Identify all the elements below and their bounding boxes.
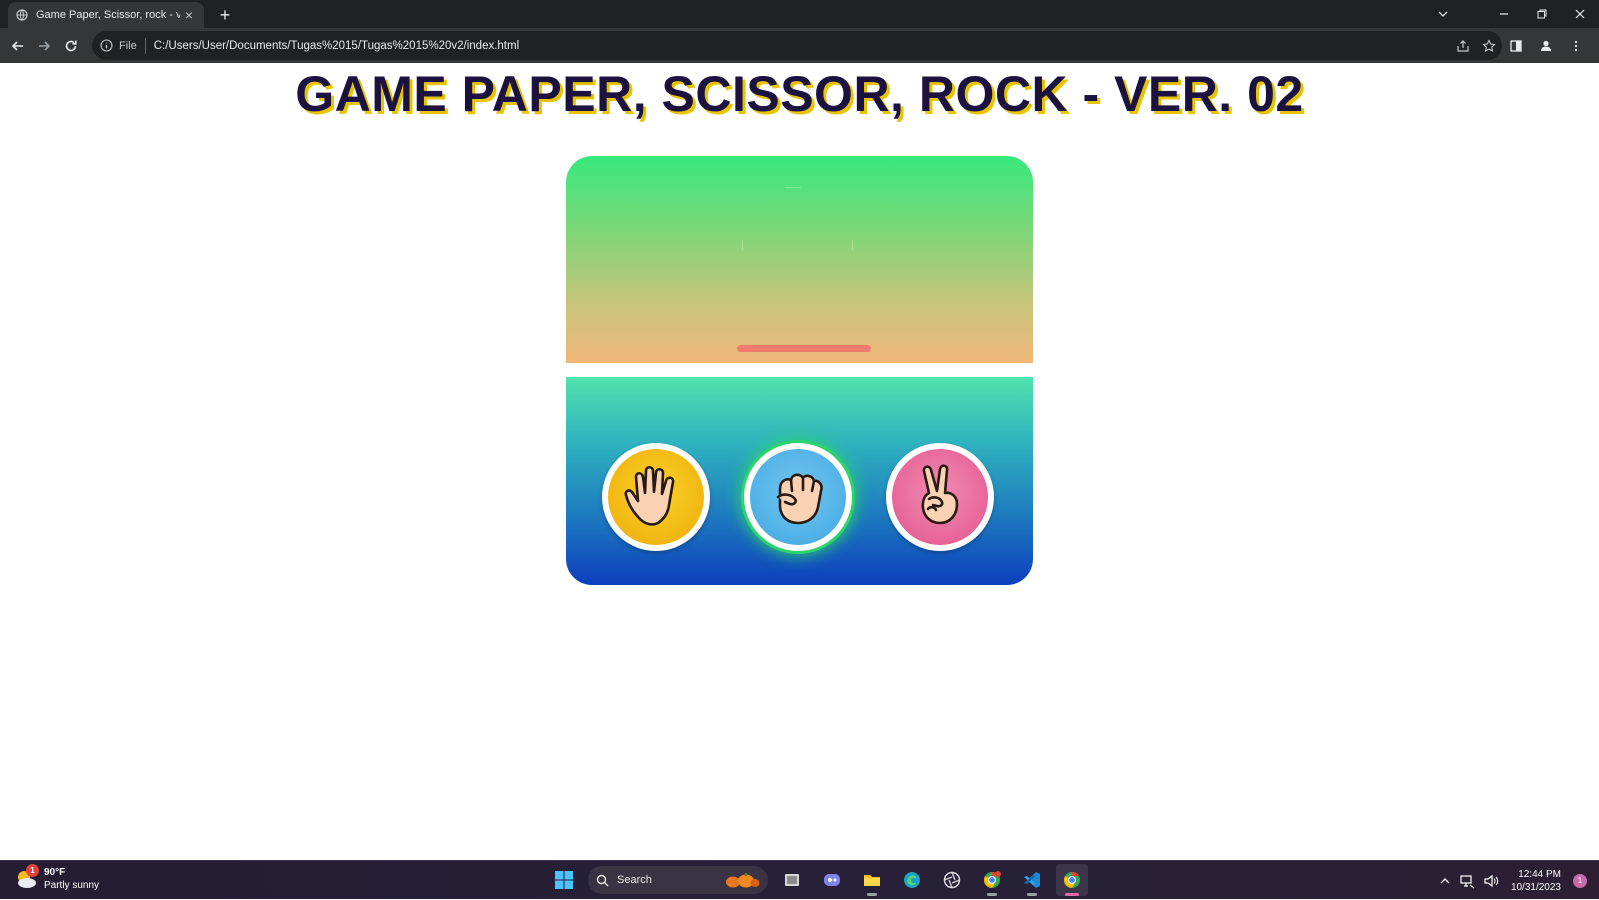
browser-toolbar: File C:/Users/User/Documents/Tugas%2015/… xyxy=(0,28,1599,63)
open-hand-icon xyxy=(624,465,675,526)
browser-chrome: Game Paper, Scissor, rock - ver. 0 × + xyxy=(0,0,1599,63)
notification-badge[interactable]: 1 xyxy=(1573,873,1587,888)
halloween-pumpkin-icon xyxy=(724,872,760,891)
edge-icon[interactable] xyxy=(896,864,928,896)
search-icon xyxy=(596,874,609,887)
partly-sunny-icon: 1 xyxy=(14,864,39,891)
clock-time: 12:44 PM xyxy=(1518,868,1561,880)
restore-icon[interactable] xyxy=(1523,0,1561,28)
choices-panel xyxy=(566,377,1033,585)
new-tab-button[interactable]: + xyxy=(214,4,236,26)
menu-dots-icon[interactable] xyxy=(1563,33,1589,59)
file-explorer-icon[interactable] xyxy=(856,864,888,896)
search-placeholder: Search xyxy=(617,874,652,886)
victory-hand-icon xyxy=(921,464,959,525)
taskbar-search[interactable]: Search xyxy=(588,866,768,894)
page-content: GAME PAPER, SCISSOR, ROCK - VER. 02 xyxy=(0,63,1599,860)
minimize-icon[interactable] xyxy=(1485,0,1523,28)
chat-icon[interactable] xyxy=(816,864,848,896)
faint-decoration xyxy=(852,240,853,250)
forward-icon[interactable] xyxy=(31,33,57,59)
back-icon[interactable] xyxy=(5,33,31,59)
weather-badge: 1 xyxy=(26,864,39,877)
network-icon[interactable] xyxy=(1459,873,1475,889)
windows-start-icon[interactable] xyxy=(548,864,580,896)
site-info-button[interactable]: File xyxy=(100,37,154,54)
browser-tab[interactable]: Game Paper, Scissor, rock - ver. 0 × xyxy=(8,2,204,28)
taskbar-apps: Search xyxy=(548,864,1088,896)
omnibox-actions xyxy=(1450,31,1502,60)
result-indicator-bar xyxy=(737,345,871,352)
weather-widget[interactable]: 1 90°F Partly sunny xyxy=(14,864,99,892)
aperture-app-icon[interactable] xyxy=(936,864,968,896)
tab-title: Game Paper, Scissor, rock - ver. 0 xyxy=(36,9,180,21)
paper-choice-button[interactable] xyxy=(602,443,710,551)
faint-decoration xyxy=(785,187,801,188)
divider xyxy=(144,37,146,54)
share-icon[interactable] xyxy=(1450,33,1476,59)
tab-strip: Game Paper, Scissor, rock - ver. 0 × + xyxy=(0,0,1599,28)
page-title: GAME PAPER, SCISSOR, ROCK - VER. 02 xyxy=(295,66,1304,122)
clock-date: 10/31/2023 xyxy=(1510,881,1561,893)
result-panel xyxy=(566,156,1033,363)
rock-choice-button[interactable] xyxy=(744,443,852,551)
url-text[interactable]: C:/Users/User/Documents/Tugas%2015/Tugas… xyxy=(154,40,519,52)
site-info-label: File xyxy=(119,39,137,52)
bookmark-star-icon[interactable] xyxy=(1476,33,1502,59)
globe-icon xyxy=(16,9,28,21)
weather-description: Partly sunny xyxy=(44,880,100,891)
fist-icon xyxy=(776,473,823,525)
info-icon xyxy=(100,39,113,52)
chevron-up-icon[interactable] xyxy=(1439,875,1451,887)
close-window-icon[interactable] xyxy=(1561,0,1599,28)
weather-text: 90°F Partly sunny xyxy=(44,866,99,892)
chrome-profile-icon[interactable] xyxy=(976,864,1008,896)
taskbar: 1 90°F Partly sunny Search 12:44 PM 10/3… xyxy=(0,860,1599,899)
volume-icon[interactable] xyxy=(1483,873,1499,889)
weather-temperature: 90°F xyxy=(44,867,66,878)
close-tab-icon[interactable]: × xyxy=(182,8,196,22)
toolbar-actions xyxy=(1503,33,1589,59)
vscode-icon[interactable] xyxy=(1016,864,1048,896)
side-panel-icon[interactable] xyxy=(1503,33,1529,59)
tab-search-icon[interactable] xyxy=(1424,0,1462,28)
faint-decoration xyxy=(742,240,743,250)
profile-icon[interactable] xyxy=(1533,33,1559,59)
scissor-choice-button[interactable] xyxy=(886,443,994,551)
clock[interactable]: 12:44 PM 10/31/2023 xyxy=(1511,868,1561,894)
reload-icon[interactable] xyxy=(58,33,84,59)
task-view-icon[interactable] xyxy=(776,864,808,896)
chrome-icon[interactable] xyxy=(1056,864,1088,896)
system-tray: 12:44 PM 10/31/2023 1 xyxy=(1439,861,1587,900)
address-bar[interactable]: File C:/Users/User/Documents/Tugas%2015/… xyxy=(92,31,1502,60)
